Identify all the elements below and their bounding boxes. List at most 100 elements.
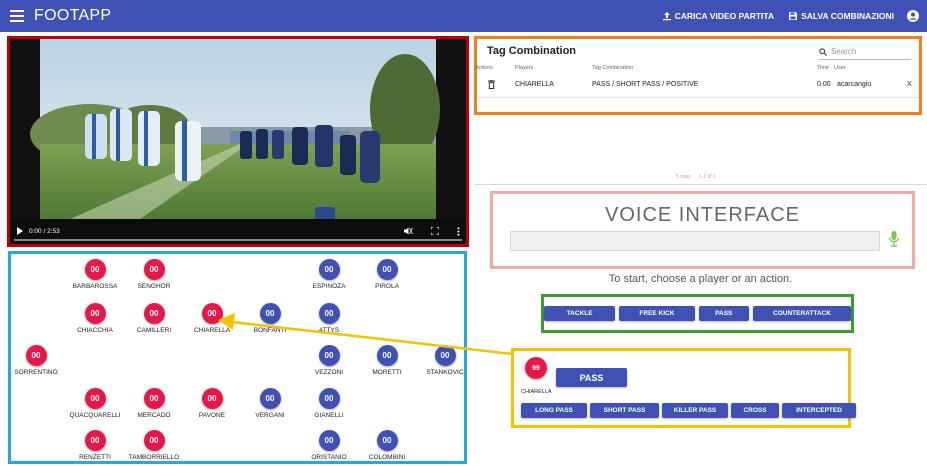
header-actions: Actions: [475, 65, 494, 71]
voice-interface-title: VOICE INTERFACE: [604, 204, 801, 226]
player-colombini[interactable]: 00 COLOMBINI: [352, 430, 422, 461]
player-name: GIANELLI: [314, 412, 344, 419]
row-user: acarcangiu: [837, 81, 872, 88]
player-number-badge: 00: [318, 345, 340, 366]
video-progress-bar[interactable]: [14, 239, 462, 241]
player-name: MORETTI: [372, 369, 402, 376]
player-number-badge: 00: [143, 430, 165, 451]
voice-input[interactable]: [510, 231, 880, 251]
selected-player-name: CHIARELLA: [521, 389, 552, 395]
app-bar: FOOTAPP CARICA VIDEO PARTITA SALVA COMBI…: [0, 0, 927, 32]
menu-icon[interactable]: [10, 10, 24, 22]
action-free-kick-button[interactable]: FREE KICK: [619, 306, 695, 321]
player-number-badge: 00: [143, 388, 165, 409]
header-players: Players: [515, 65, 534, 71]
player-name: QUACQUARELLI: [69, 412, 121, 419]
video-still: [10, 39, 466, 244]
section-divider: [474, 184, 927, 185]
volume-icon[interactable]: [404, 227, 413, 235]
upload-video-label: CARICA VIDEO PARTITA: [674, 11, 775, 21]
player-number-badge: 00: [318, 303, 340, 324]
player-name: SENGHOR: [137, 283, 171, 290]
more-options-icon[interactable]: [457, 226, 460, 236]
player-name: PAVONE: [198, 412, 226, 419]
header-user: User: [834, 65, 846, 71]
microphone-icon[interactable]: [888, 230, 900, 248]
row-remove-button[interactable]: X: [907, 81, 912, 88]
intercepted-button[interactable]: INTERCEPTED: [782, 403, 856, 418]
player-number-badge: 00: [318, 259, 340, 280]
play-icon[interactable]: [16, 227, 24, 235]
action-tackle-button[interactable]: TACKLE: [544, 306, 616, 321]
player-name: VERGANI: [255, 412, 285, 419]
long-pass-button[interactable]: LONG PASS: [521, 403, 587, 418]
header-tag-combination: Tag Combination: [592, 65, 634, 71]
player-number-badge: 00: [201, 303, 223, 324]
fullscreen-icon[interactable]: [431, 227, 439, 235]
rows-per-page[interactable]: 5 rows: [676, 174, 691, 180]
player-number-badge: 00: [84, 259, 106, 280]
player-name: PIROLA: [375, 283, 399, 290]
player-number-badge: 00: [318, 430, 340, 451]
player-stankovic[interactable]: 00 STANKOVIC: [410, 345, 480, 376]
voice-interface-panel: VOICE INTERFACE: [490, 191, 915, 269]
player-name: CHIARELLA: [193, 327, 231, 334]
action-pass-button[interactable]: PASS: [698, 306, 749, 321]
player-sorrentino[interactable]: 00 SORRENTINO: [1, 345, 71, 376]
tag-combination-title: Tag Combination: [487, 45, 577, 57]
player-number-badge: 00: [434, 345, 456, 366]
video-frame[interactable]: 0:00 / 2:53: [10, 39, 466, 244]
player-number-badge: 00: [201, 388, 223, 409]
short-pass-button[interactable]: SHORT PASS: [590, 403, 659, 418]
search-icon: [819, 47, 827, 56]
video-controls: 0:00 / 2:53: [10, 218, 466, 244]
player-number-badge: 00: [376, 259, 398, 280]
video-time: 0:00 / 2:53: [29, 227, 60, 235]
sub-actions-row: LONG PASS SHORT PASS KILLER PASS CROSS I…: [521, 403, 856, 418]
player-number-badge: 00: [376, 345, 398, 366]
player-name: CHIACCHIA: [77, 327, 113, 334]
player-number-badge: 00: [318, 388, 340, 409]
player-name: SORRENTINO: [14, 369, 58, 376]
killer-pass-button[interactable]: KILLER PASS: [662, 403, 728, 418]
start-hint: To start, choose a player or an action.: [608, 273, 793, 285]
appbar-actions: CARICA VIDEO PARTITA SALVA COMBINAZIONI: [655, 0, 927, 32]
player-tamborriello[interactable]: 00 TAMBORRIELLO: [119, 430, 189, 461]
delete-icon[interactable]: [488, 80, 495, 89]
action-counterattack-button[interactable]: COUNTERATTACK: [753, 306, 851, 321]
app-title: FOOTAPP: [34, 7, 112, 24]
tag-combination-panel: Tag Combination Search Actions Players T…: [474, 36, 922, 115]
selected-player-badge[interactable]: 99: [525, 357, 547, 379]
player-name: ESPINOZA: [312, 283, 346, 290]
save-combinations-button[interactable]: SALVA COMBINAZIONI: [781, 4, 901, 28]
upload-icon: [662, 12, 671, 21]
row-time: 0.00: [817, 81, 831, 88]
player-number-badge: 00: [84, 388, 106, 409]
players-panel: 00 BARBAROSSA 00 SENGHOR 00 ESPINOZA 00 …: [8, 251, 467, 464]
header-time: Time: [817, 65, 830, 71]
player-name: MERCADO: [137, 412, 171, 419]
row-divider: [477, 97, 919, 98]
player-gianelli[interactable]: 00 GIANELLI: [294, 388, 364, 419]
player-number-badge: 00: [376, 430, 398, 451]
player-number-badge: 00: [25, 345, 47, 366]
row-combination: PASS / SHORT PASS / POSITIVE: [592, 81, 699, 88]
cross-button[interactable]: CROSS: [731, 403, 779, 418]
player-attys[interactable]: 00 ATTYS: [294, 303, 364, 334]
selected-action-button[interactable]: PASS: [556, 368, 627, 387]
table-pagination: 5 rows 1-1 of 1: [676, 174, 716, 180]
player-pirola[interactable]: 00 PIROLA: [352, 259, 422, 290]
account-icon[interactable]: [907, 10, 919, 22]
upload-video-button[interactable]: CARICA VIDEO PARTITA: [655, 4, 781, 28]
player-name: RENZETTI: [79, 454, 111, 461]
player-number-badge: 00: [84, 430, 106, 451]
player-name: COLOMBINI: [368, 454, 406, 461]
search-field[interactable]: Search: [819, 44, 911, 60]
player-senghor[interactable]: 00 SENGHOR: [119, 259, 189, 290]
player-number-badge: 00: [259, 388, 281, 409]
player-name: TAMBORRIELLO: [128, 454, 180, 461]
actions-panel: TACKLE FREE KICK PASS COUNTERATTACK: [541, 294, 854, 333]
player-name: CAMILLERI: [136, 327, 172, 334]
save-combinations-label: SALVA COMBINAZIONI: [801, 11, 894, 21]
player-number-badge: 00: [259, 303, 281, 324]
